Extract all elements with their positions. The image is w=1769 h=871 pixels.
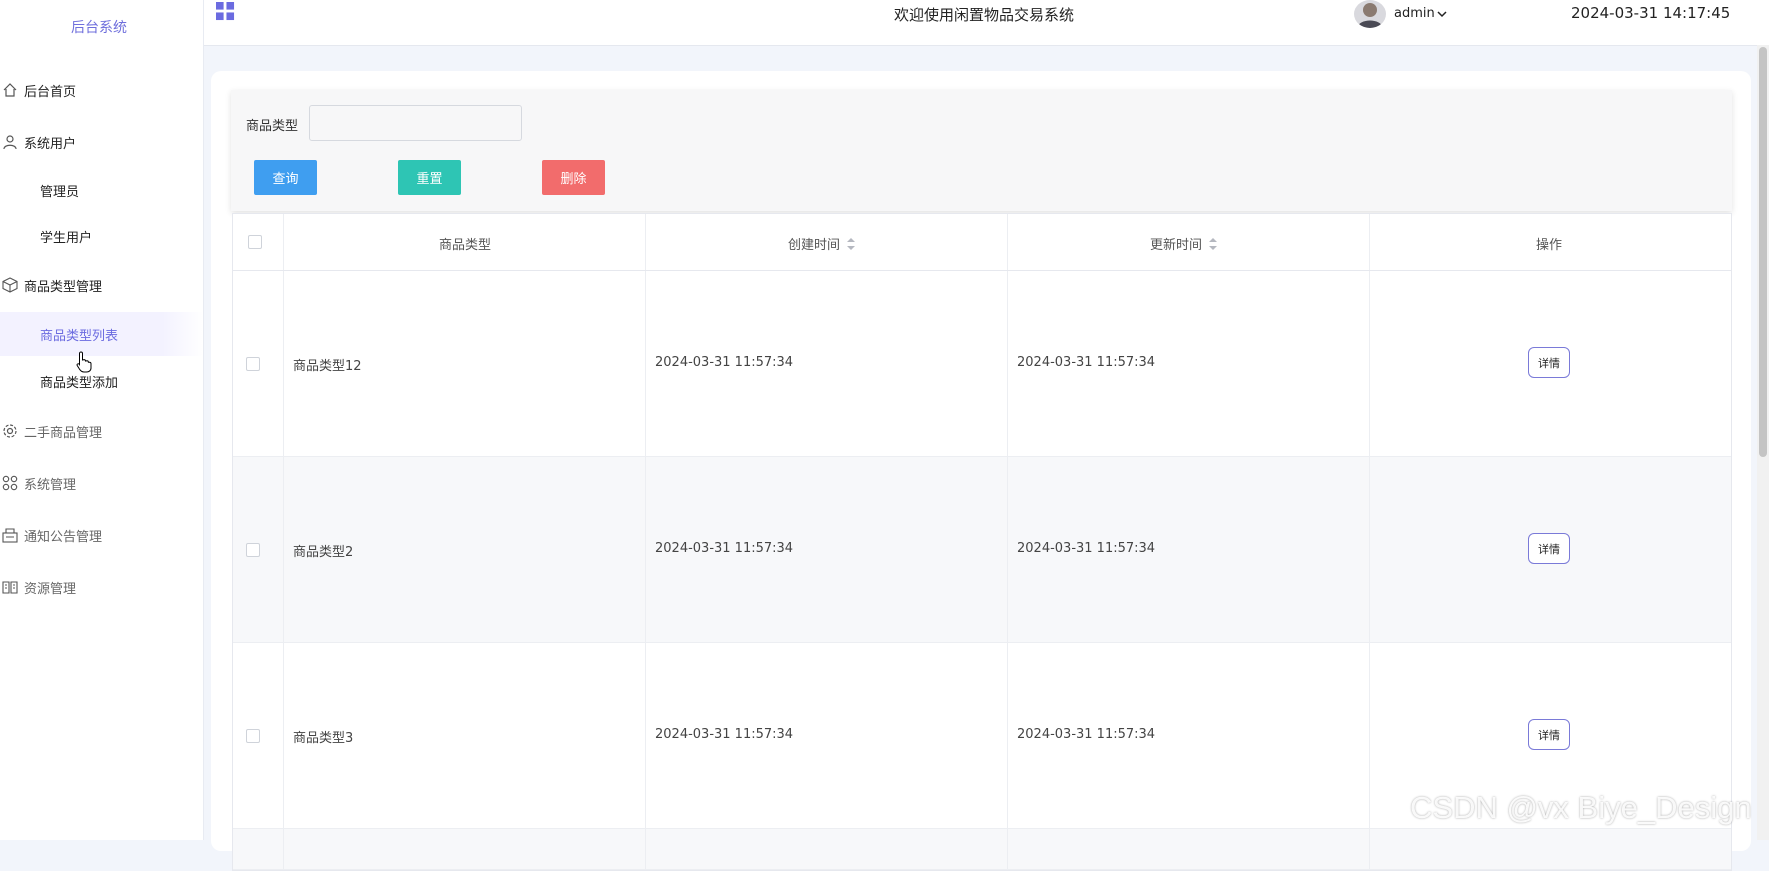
sidebar-item-label: 商品类型添加 bbox=[40, 375, 119, 391]
select-all-checkbox[interactable] bbox=[248, 235, 262, 249]
row-checkbox[interactable] bbox=[246, 357, 260, 371]
cell-category: 商品类型12 bbox=[293, 359, 362, 374]
category-table: 商品类型 创建时间 更新时间 操作 商品类型12 2024-03-31 11:5… bbox=[232, 213, 1732, 871]
gear-icon bbox=[2, 423, 18, 439]
cell-created: 2024-03-31 11:57:34 bbox=[655, 541, 794, 556]
sidebar-item-label: 学生用户 bbox=[40, 230, 93, 246]
header-category: 商品类型 bbox=[439, 238, 492, 253]
sidebar-item-category-add[interactable]: 商品类型添加 bbox=[0, 359, 203, 403]
table-row: 商品类型2 2024-03-31 11:57:34 2024-03-31 11:… bbox=[233, 457, 1731, 643]
sidebar-item-home[interactable]: 后台首页 bbox=[0, 70, 203, 110]
sidebar-item-secondhand-management[interactable]: 二手商品管理 bbox=[0, 411, 203, 451]
apps-icon bbox=[2, 475, 18, 491]
home-icon bbox=[2, 82, 18, 98]
detail-button[interactable]: 详情 bbox=[1528, 719, 1570, 750]
current-datetime: 2024-03-31 14:17:45 bbox=[1571, 4, 1731, 22]
cell-category: 商品类型3 bbox=[293, 731, 354, 746]
sidebar-item-category-list[interactable]: 商品类型列表 bbox=[0, 312, 203, 356]
table-row: 商品类型12 2024-03-31 11:57:34 2024-03-31 11… bbox=[233, 271, 1731, 457]
delete-button[interactable]: 删除 bbox=[542, 160, 605, 195]
top-header: 欢迎使用闲置物品交易系统 admin 2024-03-31 14:17:45 bbox=[204, 0, 1769, 46]
sidebar: 后台系统 后台首页 系统用户 管理员 学生用户 商品类型管理 商品类型列表 商品… bbox=[0, 0, 204, 840]
notice-icon bbox=[2, 527, 18, 543]
user-icon bbox=[2, 134, 18, 150]
cell-updated: 2024-03-31 11:57:34 bbox=[1017, 355, 1156, 370]
reset-button[interactable]: 重置 bbox=[398, 160, 461, 195]
table-row bbox=[233, 829, 1731, 870]
sidebar-item-resource-management[interactable]: 资源管理 bbox=[0, 567, 203, 607]
detail-button[interactable]: 详情 bbox=[1528, 347, 1570, 378]
sidebar-item-system-management[interactable]: 系统管理 bbox=[0, 463, 203, 503]
table-header: 商品类型 创建时间 更新时间 操作 bbox=[233, 214, 1731, 271]
cell-created: 2024-03-31 11:57:34 bbox=[655, 727, 794, 742]
chevron-down-icon bbox=[1437, 10, 1447, 17]
sidebar-item-system-users[interactable]: 系统用户 bbox=[0, 122, 203, 162]
sidebar-item-label: 系统管理 bbox=[24, 477, 77, 493]
query-button[interactable]: 查询 bbox=[254, 160, 317, 195]
cell-updated: 2024-03-31 11:57:34 bbox=[1017, 541, 1156, 556]
header-actions: 操作 bbox=[1536, 238, 1563, 253]
sidebar-item-admin[interactable]: 管理员 bbox=[0, 168, 203, 212]
header-created[interactable]: 创建时间 bbox=[788, 234, 856, 253]
category-search-input[interactable] bbox=[309, 105, 522, 141]
sidebar-item-label: 商品类型列表 bbox=[40, 328, 119, 344]
grid-menu-icon[interactable] bbox=[216, 2, 235, 21]
detail-button[interactable]: 详情 bbox=[1528, 533, 1570, 564]
user-menu[interactable]: admin bbox=[1394, 6, 1447, 21]
search-label: 商品类型 bbox=[246, 119, 299, 134]
sidebar-item-label: 资源管理 bbox=[24, 581, 77, 597]
row-checkbox[interactable] bbox=[246, 543, 260, 557]
row-checkbox[interactable] bbox=[246, 729, 260, 743]
sidebar-item-notice-management[interactable]: 通知公告管理 bbox=[0, 515, 203, 555]
cell-updated: 2024-03-31 11:57:34 bbox=[1017, 727, 1156, 742]
sidebar-item-label: 通知公告管理 bbox=[24, 529, 103, 545]
scrollbar-thumb[interactable] bbox=[1759, 47, 1767, 457]
sidebar-item-label: 二手商品管理 bbox=[24, 425, 103, 441]
sidebar-item-label: 系统用户 bbox=[24, 136, 77, 152]
system-title: 欢迎使用闲置物品交易系统 bbox=[894, 6, 1075, 24]
sidebar-item-category-management[interactable]: 商品类型管理 bbox=[0, 265, 203, 305]
avatar[interactable] bbox=[1354, 0, 1386, 28]
sort-icon[interactable] bbox=[1208, 237, 1218, 251]
watermark: CSDN @vx Biye_Design bbox=[1410, 790, 1752, 825]
header-updated[interactable]: 更新时间 bbox=[1150, 234, 1218, 253]
box-icon bbox=[2, 277, 18, 293]
hand-cursor-icon bbox=[76, 351, 92, 373]
sort-icon[interactable] bbox=[846, 237, 856, 251]
sidebar-item-label: 商品类型管理 bbox=[24, 279, 103, 295]
username: admin bbox=[1394, 6, 1435, 21]
sidebar-item-student-users[interactable]: 学生用户 bbox=[0, 214, 203, 258]
brand-title: 后台系统 bbox=[71, 20, 127, 36]
cell-category: 商品类型2 bbox=[293, 545, 354, 560]
sidebar-item-label: 管理员 bbox=[40, 184, 80, 200]
cell-created: 2024-03-31 11:57:34 bbox=[655, 355, 794, 370]
book-icon bbox=[2, 579, 18, 595]
sidebar-item-label: 后台首页 bbox=[24, 84, 77, 100]
